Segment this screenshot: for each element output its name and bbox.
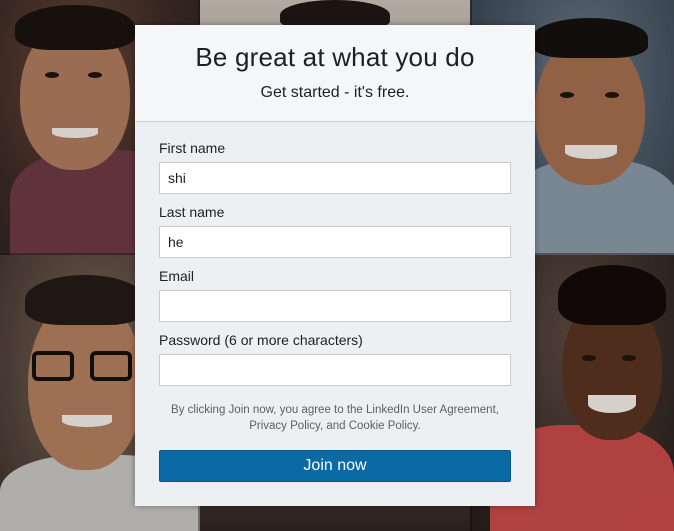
last-name-input[interactable]: [159, 226, 511, 258]
email-field-group: Email: [159, 267, 511, 322]
email-input[interactable]: [159, 290, 511, 322]
signup-card-header: Be great at what you do Get started - it…: [135, 25, 535, 122]
last-name-field-group: Last name: [159, 203, 511, 258]
password-field-group: Password (6 or more characters): [159, 331, 511, 386]
password-label: Password (6 or more characters): [159, 332, 363, 348]
first-name-input[interactable]: [159, 162, 511, 194]
first-name-label: First name: [159, 140, 226, 156]
legal-agreement-text: By clicking Join now, you agree to the L…: [171, 404, 499, 432]
signup-page: Be great at what you do Get started - it…: [0, 0, 674, 531]
last-name-label: Last name: [159, 204, 225, 220]
email-label: Email: [159, 268, 195, 284]
password-input[interactable]: [159, 354, 511, 386]
signup-card: Be great at what you do Get started - it…: [135, 25, 535, 506]
first-name-field-group: First name: [159, 139, 511, 194]
join-now-button[interactable]: Join now: [159, 450, 511, 482]
signup-subtitle: Get started - it's free.: [260, 84, 410, 101]
signup-title: Be great at what you do: [195, 42, 475, 72]
